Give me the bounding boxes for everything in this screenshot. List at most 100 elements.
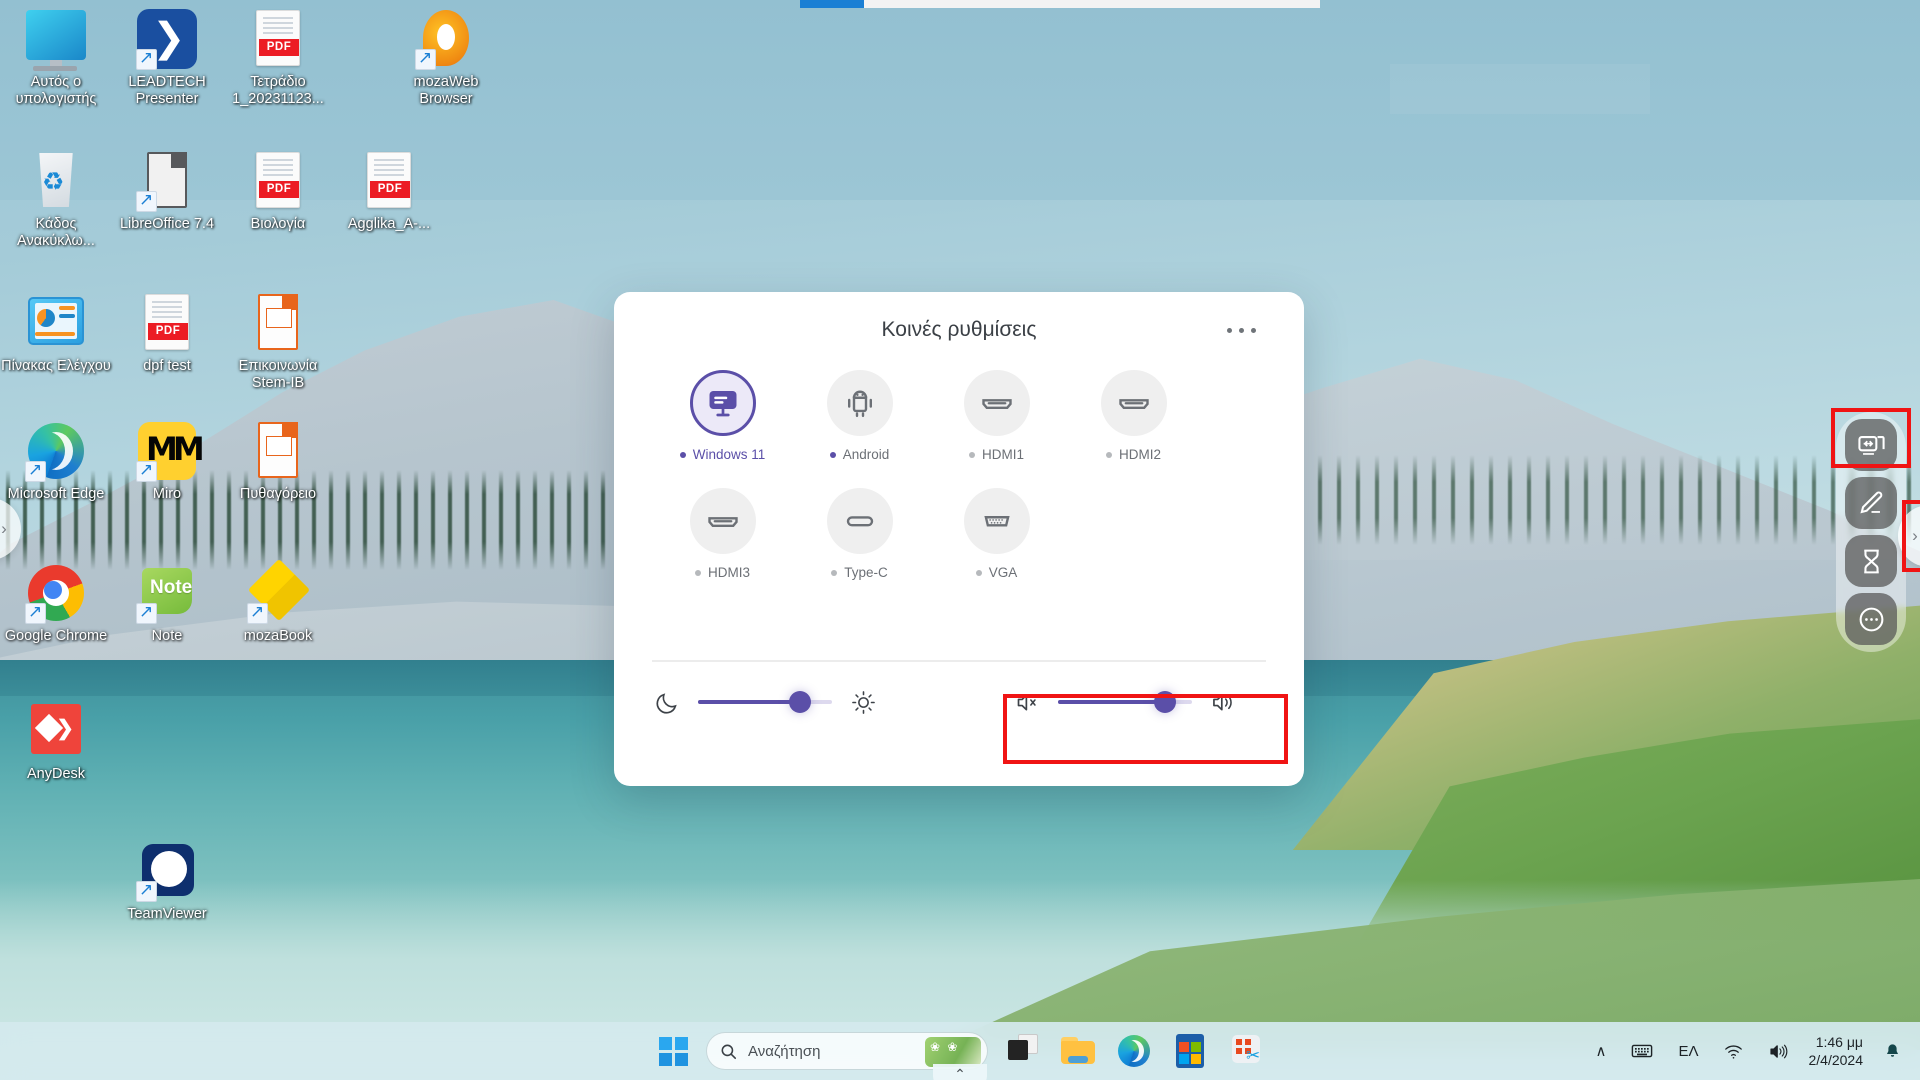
desktop-icon-note[interactable]: Note Note [111, 562, 223, 645]
teamviewer-icon: ↔ [136, 840, 198, 902]
desktop-pc-icon [709, 391, 736, 417]
source-label: Windows 11 [692, 447, 766, 462]
desktop-icon-teamviewer[interactable]: ↔ TeamViewer [111, 840, 223, 923]
desktop-icon-pythagoreio[interactable]: Πυθαγόρειο [222, 420, 334, 503]
chevron-right-icon: › [1912, 526, 1918, 545]
more-dots-icon [1859, 607, 1883, 631]
source-icon-wrapper [963, 488, 1030, 554]
windows-logo-icon [658, 1036, 688, 1066]
taskbar-app-microsoft-store[interactable] [1168, 1029, 1212, 1073]
floating-toolbar [1836, 412, 1906, 652]
source-button-android[interactable]: Android [791, 370, 928, 462]
status-dot [975, 569, 982, 576]
annotate-button[interactable] [1845, 477, 1897, 529]
taskbar-app-file-explorer[interactable] [1056, 1029, 1100, 1073]
desktop-icon-agglika-pdf[interactable]: PDF Agglika_A-... [333, 150, 445, 233]
desktop-icon-google-chrome[interactable]: Google Chrome [0, 562, 112, 645]
tray-volume-button[interactable] [1764, 1031, 1793, 1071]
search-highlight-thumbnail [925, 1037, 981, 1067]
control-panel-icon [25, 292, 87, 354]
source-label-wrapper: Windows 11 [654, 447, 791, 462]
volume-slider[interactable] [1058, 691, 1192, 713]
panel-divider [652, 660, 1266, 662]
tray-language-indicator[interactable]: EΛ [1674, 1031, 1702, 1071]
clock-date: 2/4/2024 [1808, 1052, 1864, 1068]
common-settings-panel: Κοινές ρυθμίσεις Windows 11 Android HDMI… [614, 292, 1304, 786]
desktop-icon-label: Agglika_A-... [347, 216, 431, 232]
search-placeholder: Αναζήτηση [748, 1042, 821, 1060]
desktop-icon-label: LibreOffice 7.4 [119, 216, 215, 232]
status-dot [831, 569, 838, 576]
desktop-icon-dpf-test-pdf[interactable]: PDF dpf test [111, 292, 223, 375]
hdmi-port-icon [1118, 399, 1149, 409]
volume-slider-knob[interactable] [1154, 691, 1177, 713]
brightness-slider[interactable] [698, 691, 832, 713]
desktop-icon-leadtech-presenter[interactable]: ❯ LEADTECH Presenter [111, 8, 223, 108]
desktop-icon-microsoft-edge[interactable]: Microsoft Edge [0, 420, 112, 503]
desktop-icon-this-pc[interactable]: Αυτός ο υπολογιστής [0, 8, 112, 108]
shortcut-overlay-icon [247, 601, 268, 624]
tray-notifications-button[interactable] [1879, 1031, 1906, 1071]
desktop-icon-label: TeamViewer [127, 906, 207, 922]
taskbar-app-task-view[interactable] [1000, 1029, 1044, 1073]
desktop-icon-label: Note [151, 628, 183, 644]
shortcut-overlay-icon [25, 459, 46, 482]
desktop-icon-tetradio-pdf[interactable]: PDF Τετράδιο 1_20231123... [222, 8, 334, 108]
tray-wifi-button[interactable] [1719, 1031, 1748, 1071]
desktop-icon-libreoffice[interactable]: LibreOffice 7.4 [111, 150, 223, 233]
desktop-icon-miro[interactable]: 𝗠𝗠 Miro [111, 420, 223, 503]
wifi-icon [1724, 1044, 1742, 1059]
search-flyout-chevron[interactable]: ⌃ [933, 1064, 987, 1080]
desktop-icon-label: dpf test [143, 358, 191, 374]
tray-keyboard-button[interactable] [1626, 1031, 1658, 1071]
language-indicator: EΛ [1678, 1042, 1699, 1060]
source-row: Windows 11 Android HDMI1 HDMI2 [654, 370, 1264, 462]
source-icon-wrapper [826, 370, 893, 436]
source-button-hdmi2[interactable]: HDMI2 [1065, 370, 1202, 462]
source-button-windows-11[interactable]: Windows 11 [654, 370, 791, 462]
page-title: Κοινές ρυθμίσεις [881, 318, 1037, 341]
system-tray: ∧ EΛ 1:46 μμ 2/4/2024 [1591, 1022, 1906, 1080]
more-options-button[interactable] [1221, 322, 1262, 339]
source-label: Type-C [844, 565, 888, 580]
background-window-sliver [800, 0, 1320, 8]
libreoffice-impress-icon [247, 292, 309, 354]
desktop-icon-viologia-pdf[interactable]: PDF Βιολογία [222, 150, 334, 233]
source-icon-wrapper [689, 370, 756, 436]
tray-clock[interactable]: 1:46 μμ 2/4/2024 [1809, 1033, 1864, 1069]
desktop-icon-mozaweb-browser[interactable]: mozaWeb Browser [390, 8, 502, 108]
source-label-wrapper: VGA [928, 565, 1065, 580]
desktop-icon-epikoinonia-stem[interactable]: Επικοινωνία Stem-IB [222, 292, 334, 392]
taskbar-app-snipping-tool[interactable]: ✂ [1224, 1029, 1268, 1073]
microsoft-store-icon [1176, 1034, 1204, 1068]
keyboard-icon [1632, 1044, 1653, 1058]
shortcut-overlay-icon [25, 601, 46, 624]
source-button-vga[interactable]: VGA [928, 488, 1065, 580]
screen-switch-button[interactable] [1845, 419, 1897, 471]
source-label: HDMI2 [1118, 447, 1161, 462]
desktop-icon-mozabook[interactable]: mozaBook [222, 558, 334, 645]
desktop-icon-anydesk[interactable]: ❯ AnyDesk [0, 700, 112, 783]
speaker-mute-icon[interactable] [1012, 687, 1042, 717]
more-tools-button[interactable] [1845, 593, 1897, 645]
sun-icon [848, 687, 878, 717]
desktop-icon-label: Miro [152, 486, 182, 502]
brightness-slider-knob[interactable] [788, 691, 811, 713]
start-button[interactable] [652, 1030, 694, 1072]
edge-icon [1118, 1035, 1150, 1067]
timer-button[interactable] [1845, 535, 1897, 587]
desktop-icon-control-panel[interactable]: Πίνακας Ελέγχου [0, 292, 112, 375]
moon-icon [652, 687, 682, 717]
source-button-type-c[interactable]: Type-C [791, 488, 928, 580]
pencil-icon [1859, 490, 1882, 513]
source-button-hdmi1[interactable]: HDMI1 [928, 370, 1065, 462]
source-label: HDMI1 [981, 447, 1024, 462]
desktop-icon-recycle-bin[interactable]: ♻ Κάδος Ανακύκλω... [0, 150, 112, 250]
tray-overflow-button[interactable]: ∧ [1591, 1031, 1610, 1071]
source-button-hdmi3[interactable]: HDMI3 [654, 488, 791, 580]
taskbar-app-microsoft-edge[interactable] [1112, 1029, 1156, 1073]
desktop-icon-label: AnyDesk [26, 766, 86, 782]
speaker-loud-icon[interactable] [1208, 687, 1238, 717]
leadtech-presenter-icon: ❯ [136, 8, 198, 70]
source-icon-wrapper [963, 370, 1030, 436]
